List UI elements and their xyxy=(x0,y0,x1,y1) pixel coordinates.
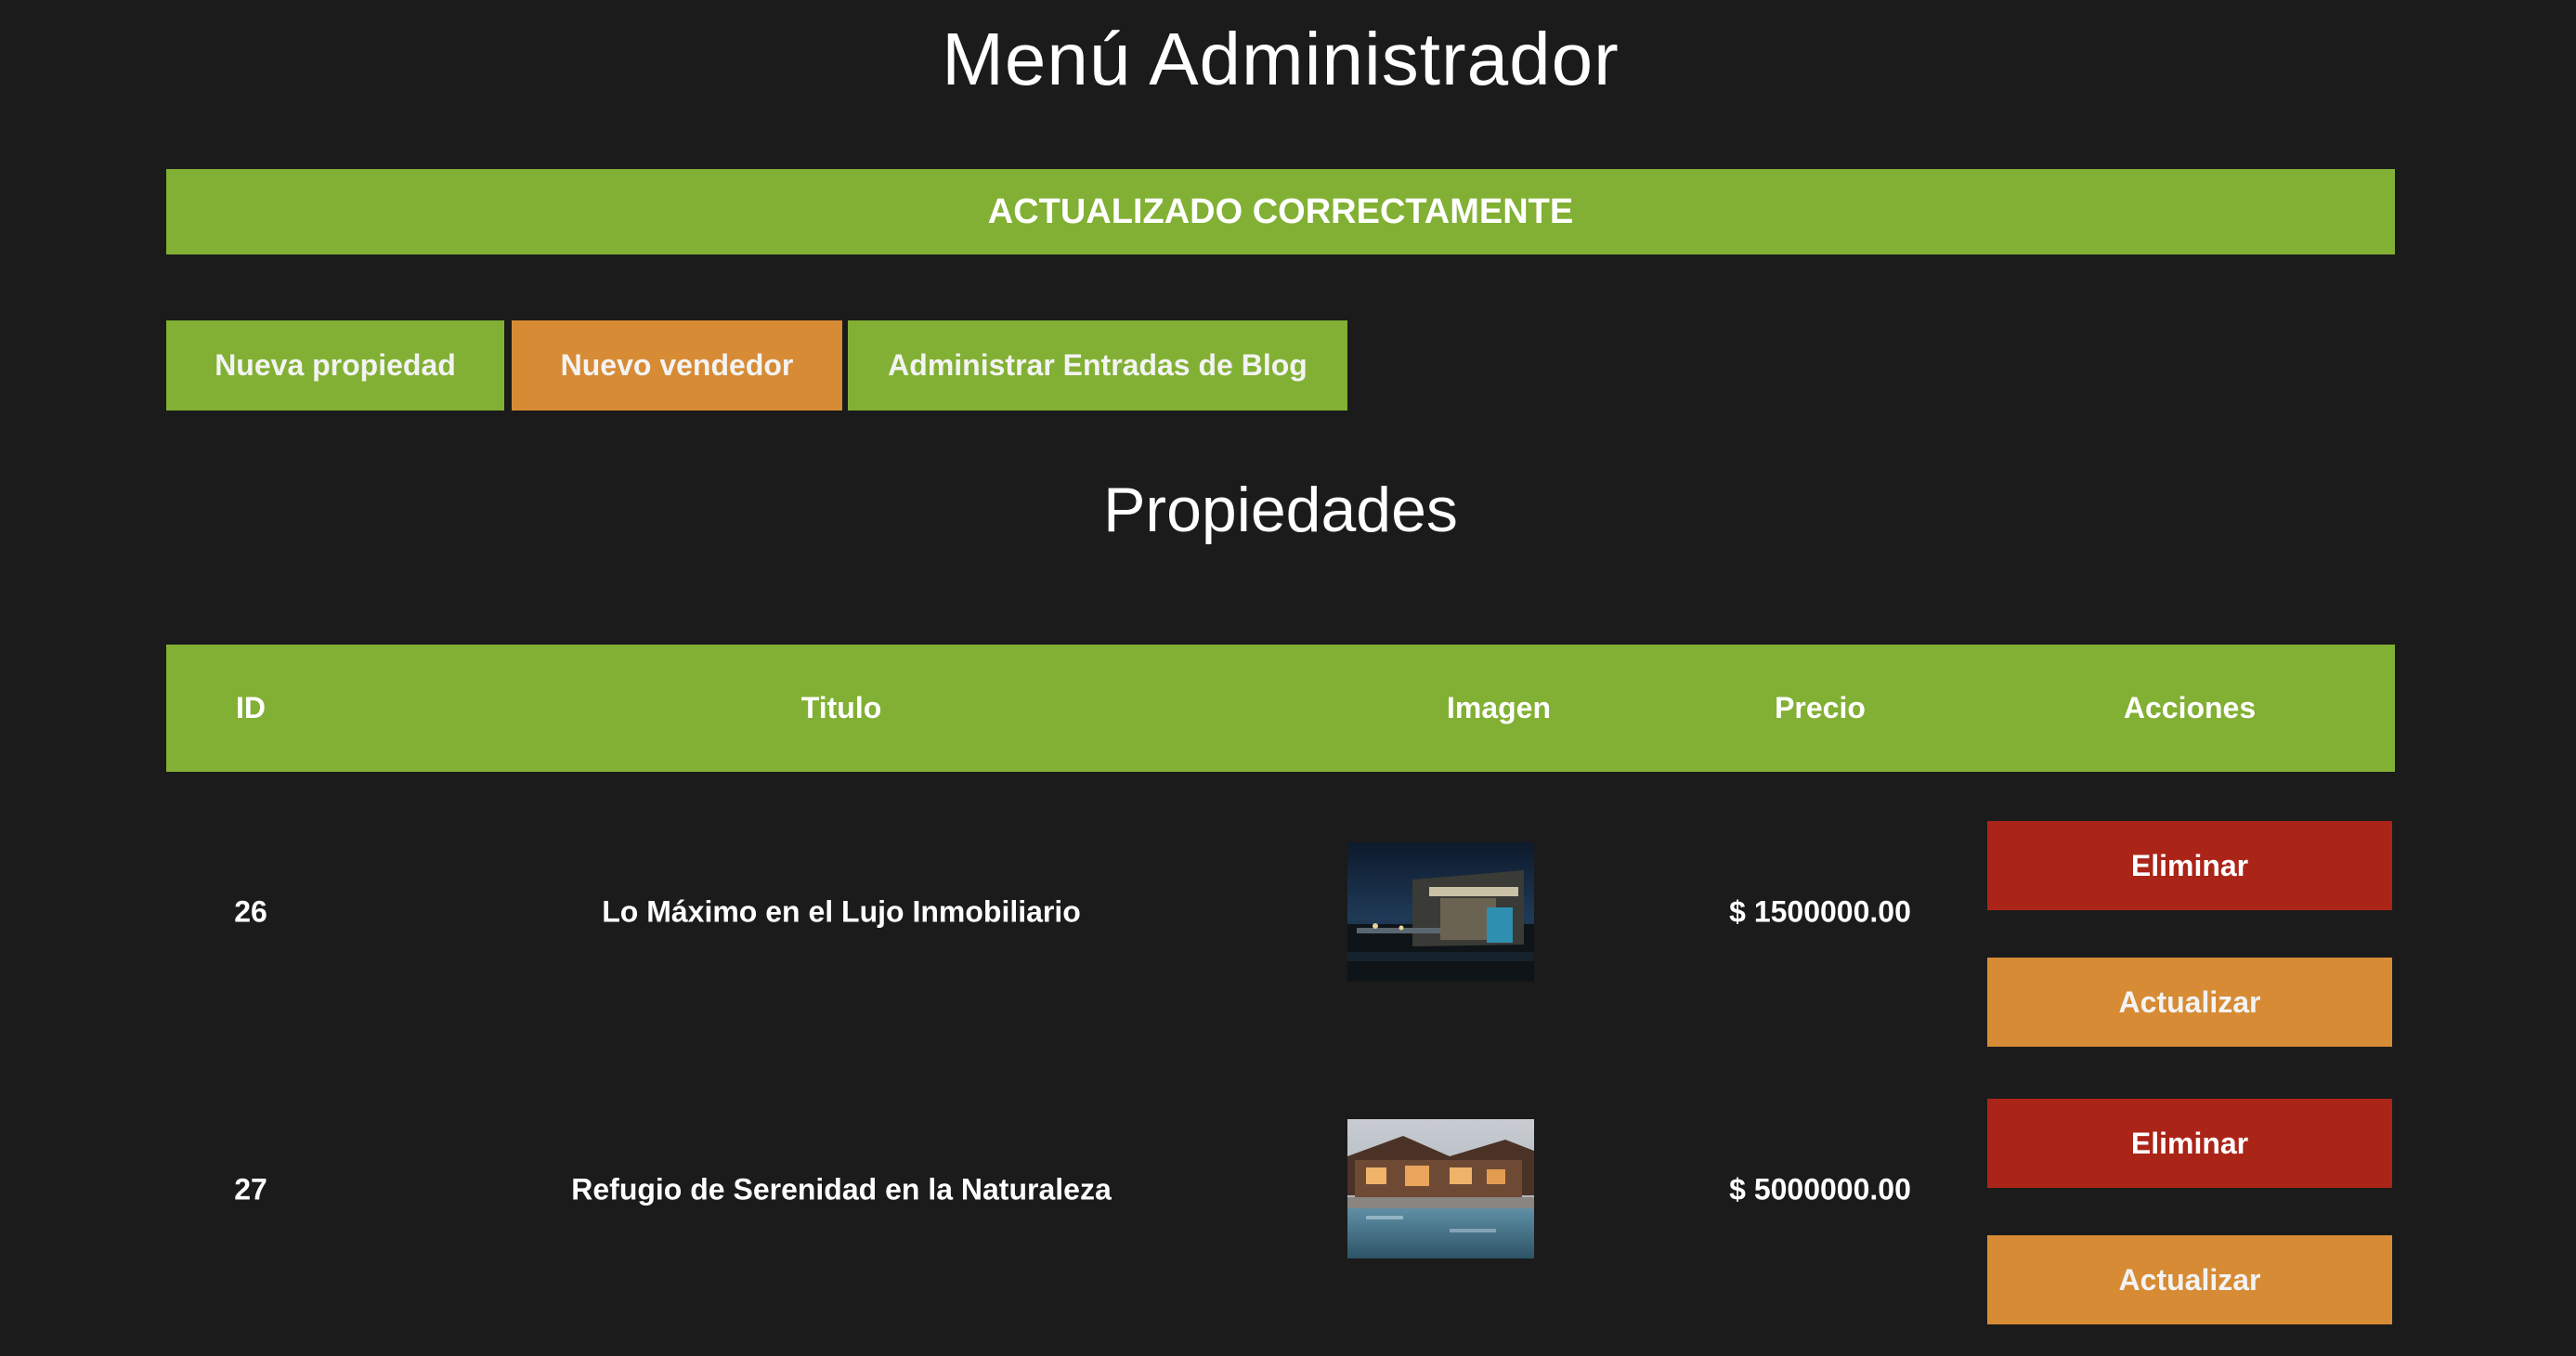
admin-page: Menú Administrador ACTUALIZADO CORRECTAM… xyxy=(0,0,2576,1356)
success-alert: ACTUALIZADO CORRECTAMENTE xyxy=(166,169,2395,254)
row-id: 27 xyxy=(234,1172,267,1206)
column-header-image: Imagen xyxy=(1446,691,1552,724)
row-price: $ 1500000.00 xyxy=(1729,894,1911,929)
column-header-actions: Acciones xyxy=(2123,691,2257,724)
column-header-title: Titulo xyxy=(800,691,882,724)
success-alert-text: ACTUALIZADO CORRECTAMENTE xyxy=(987,191,1574,231)
row-title: Refugio de Serenidad en la Naturaleza xyxy=(571,1172,1112,1206)
property-thumbnail xyxy=(1347,842,1534,982)
row-title: Lo Máximo en el Lujo Inmobiliario xyxy=(602,894,1081,929)
delete-button[interactable]: Eliminar xyxy=(1987,821,2392,910)
update-button[interactable]: Actualizar xyxy=(1987,1235,2392,1324)
property-thumbnail xyxy=(1347,1119,1534,1258)
delete-button[interactable]: Eliminar xyxy=(1987,1099,2392,1188)
section-title: Propiedades xyxy=(1103,475,1458,545)
column-header-id: ID xyxy=(236,691,266,724)
table-header xyxy=(166,645,2395,772)
manage-blog-button[interactable]: Administrar Entradas de Blog xyxy=(848,320,1347,411)
row-id: 26 xyxy=(234,894,267,929)
update-button[interactable]: Actualizar xyxy=(1987,958,2392,1047)
new-seller-button[interactable]: Nuevo vendedor xyxy=(512,320,842,411)
column-header-price: Precio xyxy=(1775,691,1866,724)
new-property-button[interactable]: Nueva propiedad xyxy=(166,320,504,411)
page-title: Menú Administrador xyxy=(942,18,1620,100)
row-price: $ 5000000.00 xyxy=(1729,1172,1911,1206)
